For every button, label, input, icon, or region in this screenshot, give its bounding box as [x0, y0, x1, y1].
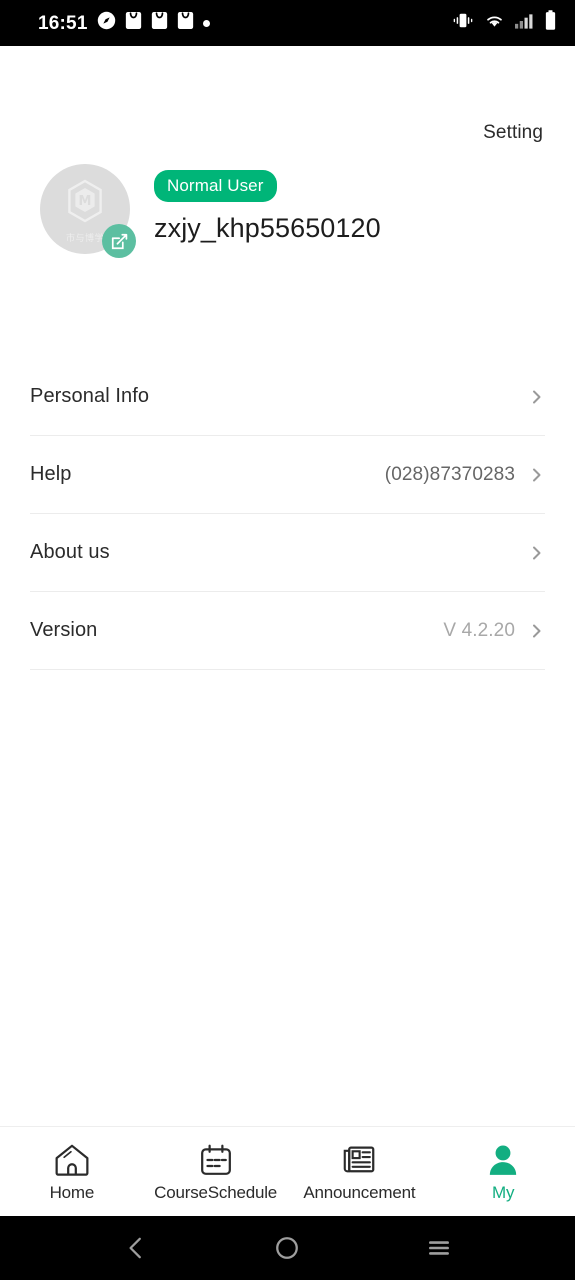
tab-label: Home [49, 1182, 95, 1202]
menu-item-label: Help [30, 463, 72, 485]
menu-item-about-us[interactable]: About us [30, 514, 545, 592]
status-bar-clock: 16:51 [38, 12, 88, 34]
menu-item-personal-info[interactable]: Personal Info [30, 358, 545, 436]
menu-item-label: About us [30, 541, 110, 563]
profile-text: Normal User zxjy_khp55650120 [154, 164, 381, 244]
tab-label: CourseSchedule [154, 1182, 278, 1202]
menu-item-help[interactable]: Help (028)87370283 [30, 436, 545, 514]
menu-item-value: (028)87370283 [384, 463, 515, 485]
username: zxjy_khp55650120 [154, 213, 381, 243]
dot-icon [202, 19, 210, 27]
setting-button[interactable]: Setting [483, 122, 543, 144]
chevron-right-icon [529, 623, 545, 639]
tab-my[interactable]: My [431, 1141, 575, 1203]
status-bar-left: 16:51 [38, 11, 210, 35]
home-icon [54, 1141, 90, 1179]
status-bar-right [452, 10, 557, 36]
avatar-logo-text: 市与博学 [65, 233, 104, 244]
app-screen: 16:51 Setting M 市与博学 Normal User zxjy_kh… [0, 0, 575, 1280]
signal-icon [515, 13, 534, 34]
wifi-icon [484, 13, 505, 34]
calendar-icon [199, 1141, 233, 1179]
settings-menu: Personal Info Help (028)87370283 About u… [30, 358, 545, 670]
menu-item-label: Version [30, 619, 98, 641]
shopping-bag-icon [151, 11, 168, 35]
edit-avatar-button[interactable] [102, 224, 136, 258]
status-bar: 16:51 [0, 0, 575, 46]
avatar-wrapper[interactable]: M 市与博学 [40, 164, 136, 258]
profile-section: M 市与博学 Normal User zxjy_khp55650120 [0, 164, 575, 258]
tab-announcement[interactable]: Announcement [288, 1141, 432, 1203]
tab-label: My [491, 1182, 515, 1202]
chevron-right-icon [529, 467, 545, 483]
tab-label: Announcement [303, 1182, 416, 1202]
chevron-right-icon [529, 545, 545, 561]
home-button[interactable] [274, 1235, 300, 1261]
hexagon-logo-icon: M [65, 179, 105, 228]
compass-icon [97, 11, 116, 35]
newspaper-icon [342, 1141, 376, 1179]
recents-button[interactable] [426, 1235, 452, 1261]
tab-course-schedule[interactable]: CourseSchedule [144, 1141, 288, 1203]
menu-item-version[interactable]: Version V 4.2.20 [30, 592, 545, 670]
shopping-bag-icon [125, 11, 142, 35]
android-nav-bar [0, 1216, 575, 1280]
battery-icon [544, 10, 557, 36]
menu-item-value: V 4.2.20 [443, 619, 515, 641]
chevron-right-icon [529, 389, 545, 405]
edit-pencil-icon [111, 233, 127, 249]
back-button[interactable] [123, 1235, 149, 1261]
svg-text:M: M [79, 194, 92, 209]
setting-row: Setting [0, 122, 575, 144]
menu-item-label: Personal Info [30, 385, 150, 407]
vibrate-icon [452, 12, 474, 34]
bottom-tab-bar: Home CourseSchedule Announcement My [0, 1126, 575, 1216]
person-icon [486, 1141, 520, 1179]
tab-home[interactable]: Home [0, 1141, 144, 1203]
shopping-bag-icon [177, 11, 194, 35]
user-type-badge: Normal User [154, 170, 277, 202]
